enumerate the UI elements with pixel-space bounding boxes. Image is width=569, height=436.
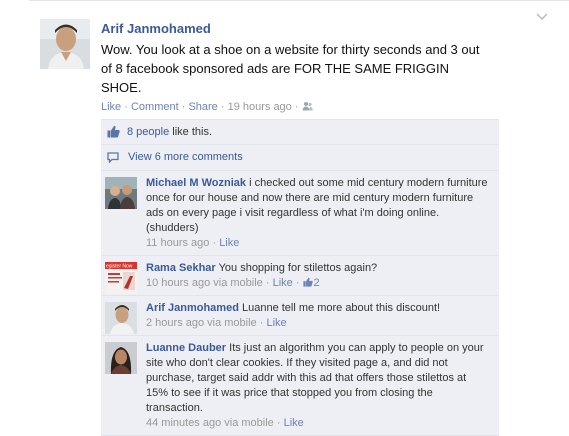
likes-summary: 8 people like this. (101, 119, 499, 145)
like-link[interactable]: Like (101, 101, 121, 113)
post-actions: Like · Comment · Share · 19 hours ago · (101, 101, 313, 113)
comment-author[interactable]: Michael M Wozniak (146, 177, 246, 189)
post-time[interactable]: 19 hours ago (228, 101, 292, 113)
avatar[interactable] (40, 19, 90, 69)
view-more-comments[interactable]: View 6 more comments (101, 145, 499, 171)
comment-time[interactable]: 44 minutes ago via mobile (146, 417, 274, 429)
comment-meta: 2 hours ago via mobile · Like (146, 317, 287, 329)
avatar[interactable] (105, 177, 137, 209)
avatar-text: egister Now (106, 264, 133, 270)
view-more-link[interactable]: View 6 more comments (128, 151, 243, 163)
comment-time[interactable]: 10 hours ago via mobile (146, 277, 263, 289)
comment-item: Luanne Dauber Its just an algorithm you … (101, 336, 499, 436)
comment-like-link[interactable]: Like (219, 237, 239, 249)
avatar[interactable]: egister Now (105, 262, 137, 294)
post-author[interactable]: Arif Janmohamed (101, 21, 211, 36)
comment-like-link[interactable]: Like (284, 417, 304, 429)
comment-author[interactable]: Rama Sekhar (146, 262, 216, 274)
comment-link[interactable]: Comment (131, 101, 179, 113)
likes-count-link[interactable]: 8 people (127, 126, 169, 138)
thumbs-up-icon (302, 277, 313, 287)
comment-text: You shopping for stilettos again? (218, 262, 378, 274)
comment-like-link[interactable]: Like (266, 317, 286, 329)
comment-item: Michael M Wozniak i checked out some mid… (101, 171, 499, 256)
comment-like-link[interactable]: Like (273, 277, 293, 289)
comment-author[interactable]: Luanne Dauber (146, 342, 226, 354)
chevron-down-icon[interactable] (535, 10, 549, 24)
comment-meta: 10 hours ago via mobile · Like · 2 (146, 277, 320, 289)
comment-time[interactable]: 2 hours ago via mobile (146, 317, 257, 329)
comment-item: egister Now Rama Sekhar You shopping for… (101, 256, 499, 296)
comment-item: Arif Janmohamed Luanne tell me more abou… (101, 296, 499, 336)
comment-time[interactable]: 11 hours ago (146, 237, 209, 249)
avatar[interactable] (105, 342, 137, 374)
divider (29, 0, 569, 1)
comment-like-count[interactable]: 2 (302, 277, 320, 289)
avatar[interactable] (105, 302, 137, 334)
comments-panel: 8 people like this. View 6 more comments… (101, 119, 499, 436)
friends-icon[interactable] (302, 101, 313, 111)
thumbs-up-icon (107, 125, 120, 138)
share-link[interactable]: Share (188, 101, 217, 113)
comment-text: Luanne tell me more about this discount! (241, 302, 441, 314)
comment-meta: 11 hours ago · Like (146, 237, 240, 249)
comment-icon (107, 152, 119, 163)
comment-author[interactable]: Arif Janmohamed (146, 302, 239, 314)
post-message: Wow. You look at a shoe on a website for… (101, 42, 480, 95)
